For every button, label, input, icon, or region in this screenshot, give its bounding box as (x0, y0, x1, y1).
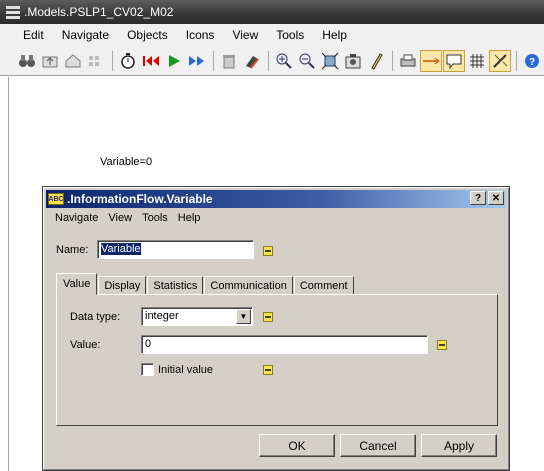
zoom-in-icon[interactable] (273, 50, 295, 72)
grid-disabled-icon[interactable] (85, 50, 107, 72)
initial-value-label: Initial value (158, 364, 214, 376)
window-titlebar: .Models.PSLP1_CV02_M02 (0, 0, 544, 24)
menu-edit[interactable]: Edit (14, 28, 53, 42)
eraser-icon[interactable] (241, 50, 263, 72)
data-type-value: integer (145, 310, 179, 322)
initial-value-inherit-icon[interactable] (263, 365, 273, 375)
dialog-help-button[interactable]: ? (470, 191, 486, 205)
ok-button[interactable]: OK (259, 434, 335, 457)
zoom-out-icon[interactable] (296, 50, 318, 72)
window-title: .Models.PSLP1_CV02_M02 (24, 5, 174, 19)
menu-view[interactable]: View (223, 28, 267, 42)
up-folder-icon[interactable] (39, 50, 61, 72)
dialog-menu-navigate[interactable]: Navigate (50, 212, 103, 224)
chevron-down-icon[interactable]: ▼ (236, 309, 251, 324)
toolbar-separator (112, 50, 113, 71)
tab-value[interactable]: Value (56, 273, 98, 295)
value-input[interactable]: 0 (141, 335, 428, 354)
toolbar-separator (268, 50, 269, 71)
variable-dialog: ABC .InformationFlow.Variable ? ✕ Naviga… (42, 186, 510, 471)
zoom-fit-icon[interactable] (319, 50, 341, 72)
speech-bubble-icon[interactable] (443, 49, 465, 72)
cancel-button[interactable]: Cancel (340, 434, 416, 457)
binoculars-icon[interactable] (16, 50, 38, 72)
reset-icon[interactable] (140, 50, 162, 72)
dialog-menu-view[interactable]: View (103, 212, 137, 224)
grid-icon[interactable] (466, 50, 488, 72)
tab-communication[interactable]: Communication (204, 276, 293, 295)
menu-icons[interactable]: Icons (177, 28, 224, 42)
value-inherit-icon[interactable] (437, 340, 447, 350)
main-toolbar: ? (0, 46, 544, 76)
dialog-menubar: Navigate View Tools Help (46, 209, 205, 227)
menu-navigate[interactable]: Navigate (53, 28, 118, 42)
tab-comment[interactable]: Comment (293, 276, 354, 295)
name-label: Name: (56, 244, 89, 256)
toolbar-separator (213, 50, 214, 71)
dialog-title: .InformationFlow.Variable (67, 192, 213, 206)
svg-text:?: ? (529, 57, 535, 68)
data-type-select[interactable]: integer ▼ (141, 307, 253, 326)
pencil-icon[interactable] (365, 50, 387, 72)
initial-value-checkbox[interactable] (141, 363, 154, 376)
dialog-menu-help[interactable]: Help (173, 212, 206, 224)
dialog-close-button[interactable]: ✕ (488, 191, 504, 205)
printer-icon[interactable] (397, 50, 419, 72)
connector-icon[interactable] (420, 49, 442, 72)
value-label: Value: (70, 339, 101, 351)
data-type-label: Data type: (70, 311, 121, 323)
wizard-icon[interactable] (489, 49, 511, 72)
variable-canvas-label[interactable]: Variable=0 (100, 156, 152, 168)
start-icon[interactable] (163, 50, 185, 72)
dialog-tabs: Value Display Statistics Communication C… (56, 273, 355, 295)
name-input[interactable]: Variable (97, 240, 254, 259)
main-menubar: Edit Navigate Objects Icons View Tools H… (0, 24, 544, 46)
help-icon[interactable]: ? (521, 50, 543, 72)
menu-tools[interactable]: Tools (267, 28, 313, 42)
toolbar-separator (392, 50, 393, 71)
dialog-titlebar[interactable]: ABC .InformationFlow.Variable ? ✕ (46, 190, 506, 208)
value-tab-panel (56, 294, 498, 426)
fast-forward-icon[interactable] (186, 50, 208, 72)
tab-statistics[interactable]: Statistics (147, 276, 204, 295)
app-icon (6, 5, 20, 19)
tab-display[interactable]: Display (98, 276, 147, 295)
trash-icon[interactable] (218, 50, 240, 72)
variable-object-icon: ABC (48, 193, 64, 205)
name-inherit-icon[interactable] (263, 246, 273, 256)
data-type-inherit-icon[interactable] (263, 312, 273, 322)
home-icon[interactable] (62, 50, 84, 72)
camera-icon[interactable] (342, 50, 364, 72)
menu-objects[interactable]: Objects (118, 28, 177, 42)
apply-button[interactable]: Apply (421, 434, 497, 457)
name-value: Variable (101, 243, 141, 255)
stopwatch-icon[interactable] (117, 50, 139, 72)
menu-help[interactable]: Help (313, 28, 356, 42)
toolbar-separator (516, 50, 517, 71)
dialog-menu-tools[interactable]: Tools (137, 212, 173, 224)
